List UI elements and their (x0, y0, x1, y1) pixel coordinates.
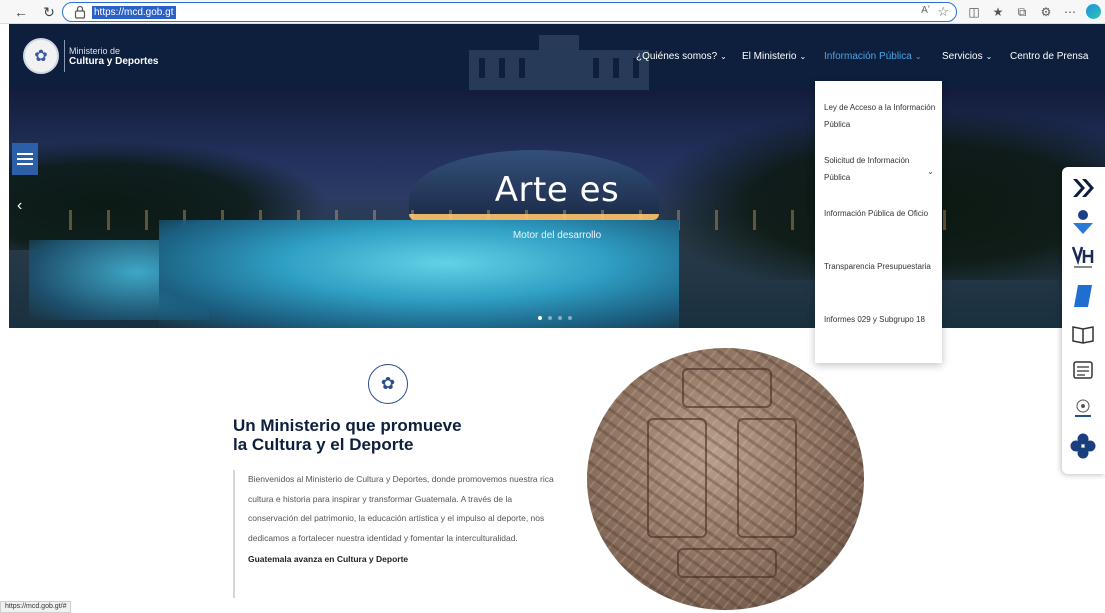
nav-label: ¿Quiénes somos? (636, 51, 718, 62)
dropdown-item-solicitud[interactable]: Solicitud de Información Pública (824, 152, 936, 186)
collections-icon[interactable]: ⧉ (1014, 4, 1030, 20)
chevron-down-icon: ⌄ (985, 52, 993, 61)
hamburger-menu-icon[interactable] (12, 143, 38, 175)
clover-icon[interactable] (1070, 433, 1096, 459)
carved-glyph-top (682, 368, 772, 408)
nav-servicios[interactable]: Servicios ⌄ (942, 51, 992, 62)
nav-el-ministerio[interactable]: El Ministerio ⌄ (742, 51, 806, 62)
tagline: Guatemala avanza en Cultura y Deporte (248, 554, 409, 564)
browser-toolbar: ← ↻ https://mcd.gob.gt Aʼ ☆ ◫ ★ ⧉ ⚙ ⋯ (0, 0, 1105, 24)
intro-paragraph: Bienvenidos al Ministerio de Cultura y D… (248, 474, 554, 543)
person-icon[interactable] (1070, 209, 1096, 235)
more-menu-icon[interactable]: ⋯ (1062, 4, 1078, 20)
status-bar-url: https://mcd.gob.gt/# (0, 601, 72, 613)
read-aloud-icon[interactable]: Aʼ (921, 5, 930, 16)
nav-informacion-publica[interactable]: Información Pública ⌄ (824, 51, 922, 62)
address-bar[interactable]: https://mcd.gob.gt Aʼ ☆ (62, 2, 957, 22)
nav-centro-de-prensa[interactable]: Centro de Prensa (1010, 51, 1088, 62)
copilot-icon[interactable] (1086, 4, 1101, 19)
back-arrow-icon[interactable]: ← (12, 3, 30, 21)
chevron-down-icon: ⌄ (799, 52, 807, 61)
document-icon[interactable] (1070, 357, 1096, 383)
carved-figure-right (737, 418, 797, 538)
url-text[interactable]: https://mcd.gob.gt (92, 6, 176, 19)
logo-text-line1[interactable]: Ministerio de (69, 46, 120, 56)
vh-logo-icon[interactable] (1070, 245, 1096, 271)
logo-divider (64, 40, 65, 72)
favorites-list-icon[interactable]: ★ (990, 4, 1006, 20)
seal-icon[interactable] (1070, 395, 1096, 421)
logo-text-line2[interactable]: Cultura y Deportes (69, 56, 158, 67)
reload-icon[interactable]: ↻ (40, 3, 58, 21)
guatemala-seal-logo[interactable]: ✿ (23, 38, 59, 74)
nav-label: Servicios (942, 51, 983, 62)
dropdown-item-oficio[interactable]: Información Pública de Oficio (824, 205, 936, 222)
heading-line1: Un Ministerio que promueve (233, 416, 462, 435)
carousel-dot[interactable] (558, 316, 562, 320)
double-chevron-icon[interactable] (1070, 175, 1096, 201)
split-screen-icon[interactable]: ◫ (966, 4, 982, 20)
intro-blockquote: Bienvenidos al Ministerio de Cultura y D… (233, 470, 558, 598)
blue-book-icon[interactable] (1070, 283, 1096, 309)
carved-figure-left (647, 418, 707, 538)
chevron-down-icon: ⌄ (914, 52, 922, 61)
chevron-down-icon[interactable]: ⌄ (927, 167, 934, 176)
ministry-seal-icon: ✿ (368, 364, 408, 404)
maya-stone-disc-image (587, 348, 864, 610)
carousel-dot[interactable] (538, 316, 542, 320)
carved-glyph-bottom (677, 548, 777, 578)
open-book-icon[interactable] (1070, 321, 1096, 347)
lock-icon (74, 5, 86, 19)
extensions-icon[interactable]: ⚙ (1038, 4, 1054, 20)
nav-quienes-somos[interactable]: ¿Quiénes somos? ⌄ (636, 51, 727, 62)
dropdown-item-transparencia[interactable]: Transparencia Presupuestaria (824, 258, 936, 275)
informacion-publica-dropdown: Ley de Acceso a la Información Pública S… (815, 81, 942, 363)
heading-line2: la Cultura y el Deporte (233, 435, 414, 454)
section-heading: Un Ministerio que promueve la Cultura y … (233, 416, 513, 454)
quick-links-sidebar (1062, 167, 1105, 474)
nav-label: El Ministerio (742, 51, 797, 62)
chevron-down-icon: ⌄ (720, 52, 727, 61)
carousel-dot[interactable] (548, 316, 552, 320)
building-silhouette (469, 35, 649, 90)
carousel-dots (538, 316, 572, 320)
carousel-prev-arrow-icon[interactable]: ‹ (17, 197, 22, 215)
carousel-dot[interactable] (568, 316, 572, 320)
dropdown-item-ley-acceso[interactable]: Ley de Acceso a la Información Pública (824, 99, 936, 133)
favorite-star-icon[interactable]: ☆ (937, 4, 949, 20)
dropdown-item-informes[interactable]: Informes 029 y Subgrupo 18 (824, 311, 936, 328)
nav-label: Centro de Prensa (1010, 51, 1089, 62)
nav-label: Información Pública (824, 51, 912, 62)
